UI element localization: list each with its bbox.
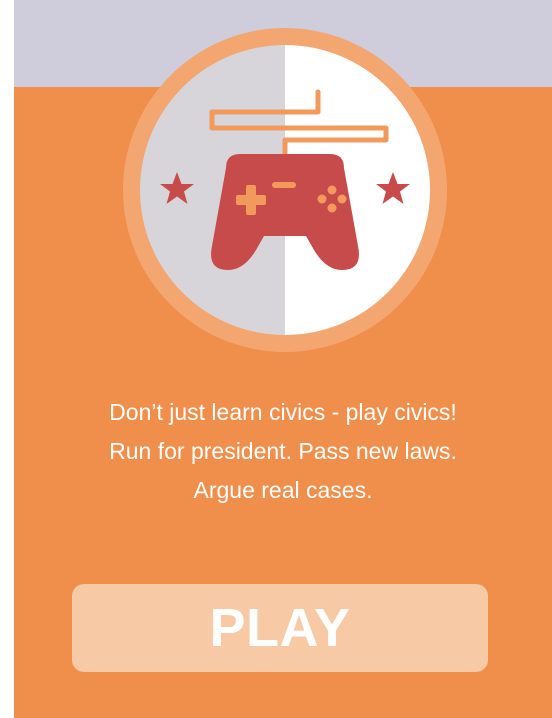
- tagline-line-1: Don’t just learn civics - play civics!: [109, 399, 457, 425]
- play-button[interactable]: PLAY: [72, 584, 488, 672]
- tagline-line-3: Argue real cases.: [193, 477, 373, 503]
- game-card: Don’t just learn civics - play civics! R…: [14, 0, 552, 718]
- play-button-label: PLAY: [209, 598, 351, 658]
- tagline: Don’t just learn civics - play civics! R…: [14, 393, 552, 510]
- controller-emblem: [123, 28, 447, 352]
- tagline-line-2: Run for president. Pass new laws.: [109, 438, 457, 464]
